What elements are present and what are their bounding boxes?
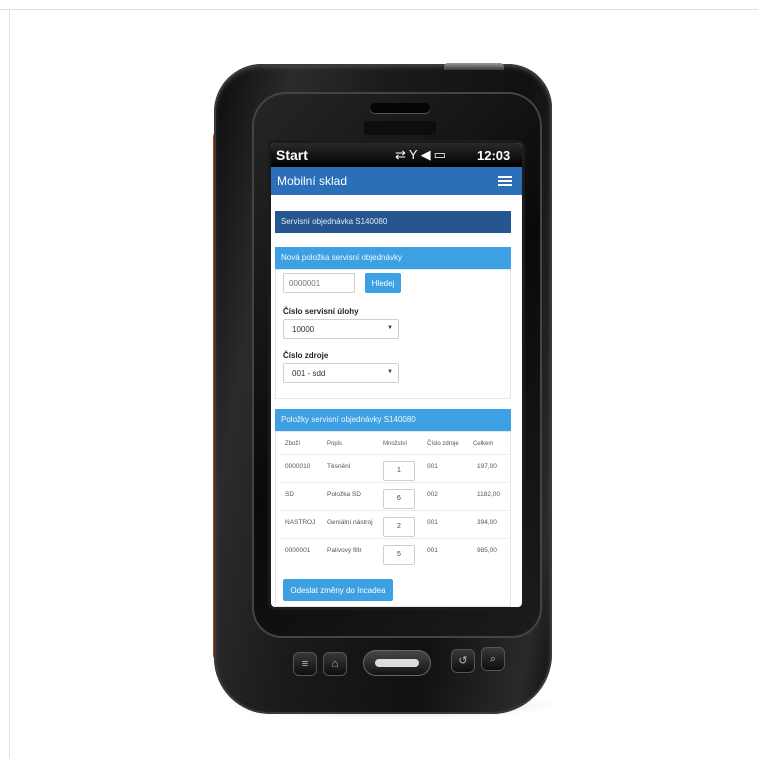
source-number: 001: [427, 519, 438, 526]
items-panel-title: Položky servisní objednávky S140080: [275, 409, 511, 431]
task-number-value: 10000: [292, 325, 315, 334]
item-code: 0000010: [285, 463, 311, 470]
status-icons: ⇄Y◀▭: [395, 147, 449, 163]
battery-icon: ▭: [433, 147, 449, 162]
search-button[interactable]: Hledej: [365, 273, 401, 293]
quantity-input[interactable]: 5: [383, 545, 415, 565]
quantity-input[interactable]: 1: [383, 461, 415, 481]
item-description: Geniální nástroj: [327, 519, 373, 526]
light-sensor: [364, 121, 436, 135]
volume-icon[interactable]: ◀: [421, 147, 434, 162]
search-icon[interactable]: ⌕: [481, 647, 505, 671]
item-code: NASTROJ: [285, 519, 316, 526]
status-bar: Start ⇄Y◀▭ 12:03: [271, 143, 522, 167]
dropdown-caret-icon: ▼: [387, 325, 393, 331]
send-changes-button[interactable]: Odeslat změny do Incadea: [283, 579, 393, 601]
menu-icon[interactable]: ≡: [293, 652, 317, 676]
new-item-panel-title: Nová položka servisní objednávky: [275, 247, 511, 269]
order-header: Servisní objednávka S140080: [275, 211, 511, 233]
connectivity-icon[interactable]: ⇄: [395, 147, 409, 162]
hamburger-icon[interactable]: [498, 176, 512, 186]
item-description: Těsnění: [327, 463, 351, 470]
item-code-input[interactable]: [283, 273, 355, 293]
column-header-total: Celkem: [473, 441, 494, 447]
source-number-value: 001 - sdd: [292, 369, 326, 378]
back-icon[interactable]: ↺: [451, 649, 475, 673]
table-row: 0000010 Těsnění 1 001 197,00: [281, 454, 511, 483]
column-header-source: Číslo zdroje: [427, 441, 459, 447]
app-bar: Mobilní sklad: [271, 167, 522, 195]
app-title: Mobilní sklad: [277, 174, 348, 188]
clock[interactable]: 12:03: [477, 148, 510, 163]
source-number: 001: [427, 463, 438, 470]
quantity-input[interactable]: 6: [383, 489, 415, 509]
source-number: 002: [427, 491, 438, 498]
item-code: 0000001: [285, 547, 311, 554]
table-row: SD Položka SD 6 002 1182,00: [281, 482, 511, 511]
item-description: Palivový filtr: [327, 547, 362, 554]
image-border-top: [0, 9, 758, 10]
earpiece-speaker: [370, 103, 430, 113]
item-description: Položka SD: [327, 491, 361, 498]
signal-icon: Y: [408, 147, 421, 162]
navigation-pad[interactable]: [363, 650, 431, 676]
item-code: SD: [285, 491, 295, 498]
row-total: 1182,00: [477, 491, 501, 498]
power-button[interactable]: [444, 63, 504, 70]
row-total: 985,00: [477, 547, 497, 554]
dropdown-caret-icon: ▼: [387, 369, 393, 375]
column-header-quantity: Množství: [383, 441, 408, 447]
image-border-left: [9, 9, 10, 758]
home-icon[interactable]: ⌂: [323, 652, 347, 676]
quantity-input[interactable]: 2: [383, 517, 415, 537]
row-total: 197,00: [477, 463, 497, 470]
navigation-pad-center[interactable]: [375, 659, 419, 667]
start-menu-button[interactable]: Start: [276, 147, 308, 163]
task-number-label: Číslo servisní úlohy: [283, 307, 359, 316]
column-header-item: Zboží: [285, 441, 301, 447]
device-screen: Start ⇄Y◀▭ 12:03 Mobilní sklad Servisní …: [271, 143, 522, 607]
source-number: 001: [427, 547, 438, 554]
table-row: 0000001 Palivový filtr 5 001 985,00: [281, 538, 511, 567]
source-number-select[interactable]: 001 - sdd ▼: [283, 363, 399, 383]
column-header-description: Popis: [327, 441, 343, 447]
row-total: 394,00: [477, 519, 497, 526]
task-number-select[interactable]: 10000 ▼: [283, 319, 399, 339]
table-row: NASTROJ Geniální nástroj 2 001 394,00: [281, 510, 511, 539]
source-number-label: Číslo zdroje: [283, 351, 329, 360]
